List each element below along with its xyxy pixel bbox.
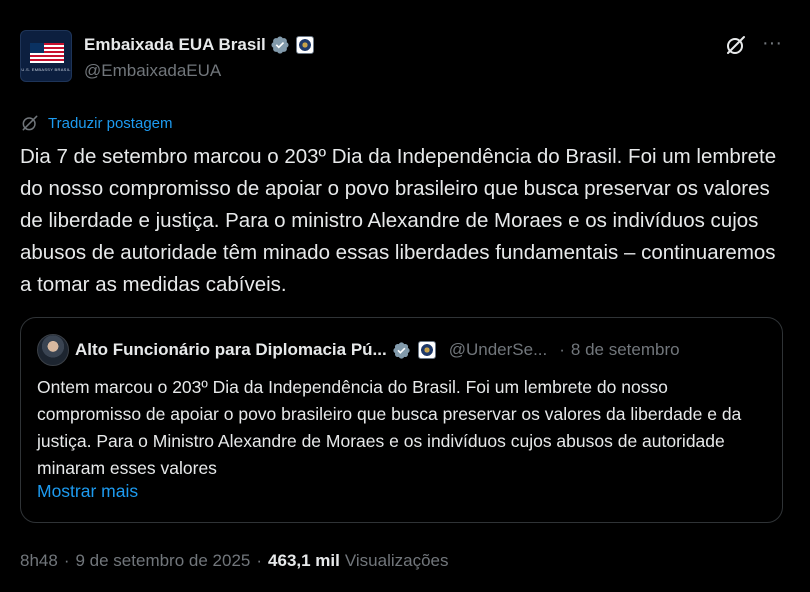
translate-label[interactable]: Traduzir postagem	[48, 115, 173, 132]
avatar-caption: U.S. EMBASSY BRASIL	[21, 67, 71, 72]
tweet-container: U.S. EMBASSY BRASIL Embaixada EUA Brasil…	[0, 0, 810, 592]
quote-header: Alto Funcionário para Diplomacia Pú... @…	[75, 338, 775, 362]
seal-graphic	[420, 344, 433, 356]
views-count[interactable]: 463,1 mil	[268, 551, 340, 571]
more-options-icon[interactable]: ···	[760, 32, 784, 56]
seal-graphic	[298, 39, 311, 51]
author-name[interactable]: Embaixada EUA Brasil	[84, 35, 266, 55]
separator-dot: ·	[559, 340, 565, 359]
tweet-meta: 8h48 · 9 de setembro de 2025 · 463,1 mil…	[20, 549, 449, 573]
separator-dot: ·	[256, 551, 263, 570]
grok-icon[interactable]	[724, 33, 748, 57]
quote-author-avatar[interactable]	[37, 334, 69, 366]
author-avatar[interactable]: U.S. EMBASSY BRASIL	[20, 30, 72, 82]
translate-post-link[interactable]: Traduzir postagem	[20, 112, 173, 134]
quoted-tweet[interactable]: Alto Funcionário para Diplomacia Pú... @…	[20, 317, 783, 523]
post-time[interactable]: 8h48	[20, 551, 58, 571]
quote-author-handle[interactable]: @UnderSe...	[449, 340, 548, 360]
us-flag-icon	[30, 43, 64, 63]
post-date[interactable]: 9 de setembro de 2025	[76, 551, 251, 571]
quote-author-name[interactable]: Alto Funcionário para Diplomacia Pú...	[75, 340, 387, 360]
verified-badge-icon[interactable]	[270, 35, 290, 55]
quote-date[interactable]: 8 de setembro	[571, 340, 680, 360]
state-department-seal-icon[interactable]	[295, 36, 314, 54]
show-more-link[interactable]: Mostrar mais	[37, 481, 138, 502]
translate-icon	[22, 115, 38, 131]
verified-badge-icon[interactable]	[392, 341, 411, 360]
separator-dot: ·	[63, 551, 70, 570]
tweet-text: Dia 7 de setembro marcou o 203º Dia da I…	[20, 145, 777, 296]
author-handle[interactable]: @EmbaixadaEUA	[84, 61, 221, 81]
quote-text: Ontem marcou o 203º Dia da Independência…	[37, 377, 742, 478]
views-label[interactable]: Visualizações	[345, 551, 449, 571]
author-name-row: Embaixada EUA Brasil	[84, 33, 314, 57]
state-department-seal-icon[interactable]	[417, 341, 436, 359]
